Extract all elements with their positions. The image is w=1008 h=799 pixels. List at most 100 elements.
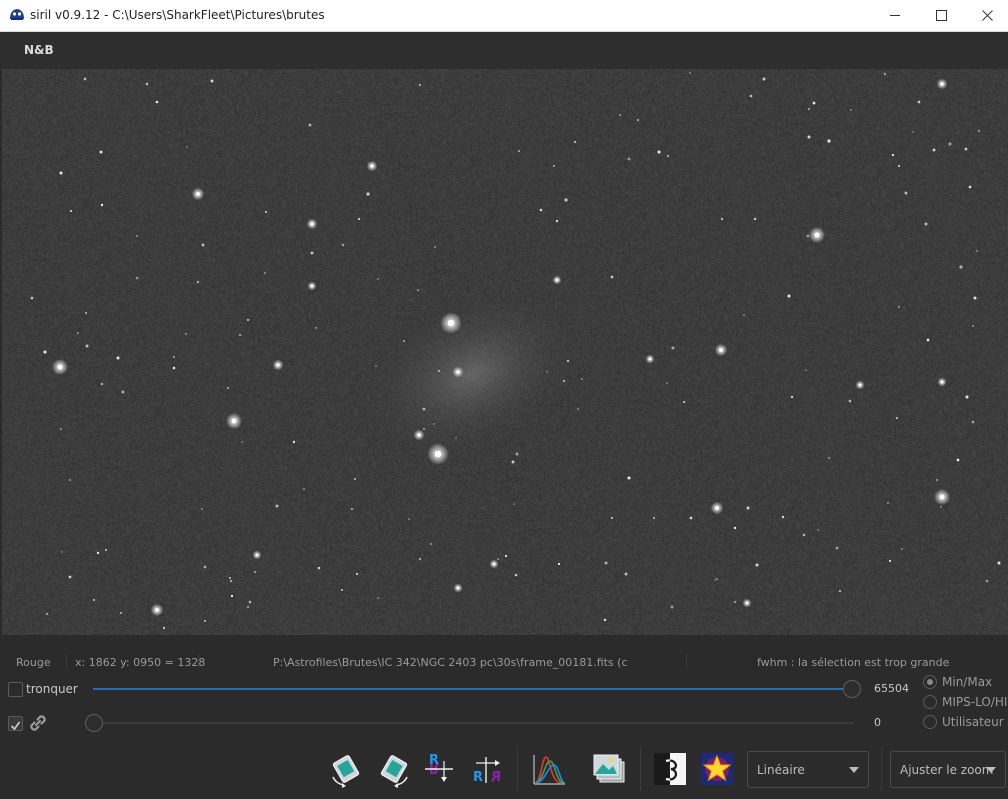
clip-checkbox[interactable] <box>8 682 23 697</box>
star-core <box>715 506 719 510</box>
faint-star <box>689 516 693 520</box>
star-core <box>814 232 820 238</box>
faint-star <box>755 563 759 567</box>
radio-minmax[interactable] <box>923 675 937 689</box>
faint-star <box>350 507 354 511</box>
faint-star <box>275 504 279 508</box>
faint-star <box>806 234 810 238</box>
faint-star <box>965 395 969 399</box>
zoom-mode-select[interactable]: Ajuster le zoom <box>890 751 1006 788</box>
faint-star <box>848 399 852 403</box>
faint-star <box>315 327 317 329</box>
faint-star <box>511 460 515 464</box>
faint-star <box>790 395 794 399</box>
star-core <box>434 450 442 458</box>
faint-star <box>59 171 63 175</box>
title-bar: siril v0.9.12 - C:\Users\SharkFleet\Pict… <box>0 0 1008 32</box>
faint-star <box>93 599 95 601</box>
faint-star <box>666 154 670 158</box>
histogram-button[interactable] <box>531 749 567 789</box>
faint-star <box>827 139 831 143</box>
faint-star <box>619 114 621 116</box>
minimize-button[interactable] <box>872 0 918 31</box>
image-stack-button[interactable] <box>591 749 627 789</box>
faint-star <box>977 129 981 133</box>
faint-star <box>518 150 520 152</box>
faint-star <box>624 572 628 576</box>
star-core <box>196 192 200 196</box>
mirror-x-button[interactable]: R R <box>422 749 458 789</box>
faint-star <box>184 332 188 336</box>
chevron-down-icon <box>986 767 996 773</box>
faint-star <box>924 222 928 226</box>
maximize-icon <box>936 10 947 21</box>
mirror-y-icon: R R <box>473 757 501 785</box>
faint-star <box>83 77 87 81</box>
faint-star <box>932 148 936 152</box>
star-core <box>310 222 314 226</box>
star-core <box>858 383 862 387</box>
close-icon <box>982 10 993 21</box>
faint-star <box>85 312 87 314</box>
faint-star <box>566 359 570 363</box>
minimize-icon <box>890 15 900 16</box>
low-slider-thumb[interactable] <box>85 714 103 732</box>
faint-star <box>497 558 499 560</box>
status-channel: Rouge <box>16 656 51 669</box>
mirror-y-button[interactable]: R R <box>469 749 505 789</box>
faint-star <box>135 276 139 280</box>
maximize-button[interactable] <box>918 0 964 31</box>
checkmark-icon <box>10 721 21 731</box>
faint-star <box>802 533 806 537</box>
faint-star <box>959 265 963 269</box>
display-mode-select[interactable]: Linéaire <box>747 751 869 788</box>
svg-text:R: R <box>491 770 501 785</box>
star-core <box>648 357 652 361</box>
faint-star <box>714 579 716 581</box>
faint-star <box>433 423 435 425</box>
faint-star <box>734 601 736 603</box>
svg-text:R: R <box>473 770 483 785</box>
star-core <box>417 433 421 437</box>
rotate-right-icon <box>380 755 408 788</box>
star-core <box>492 562 496 566</box>
faint-star <box>940 506 942 508</box>
faint-star <box>557 562 561 566</box>
status-separator <box>686 654 687 668</box>
rotate-right-button[interactable] <box>376 749 412 789</box>
low-slider-track[interactable] <box>93 722 853 724</box>
faint-star <box>172 366 176 370</box>
high-slider-track[interactable] <box>93 688 851 690</box>
faint-star <box>229 577 231 579</box>
faint-star <box>513 503 515 505</box>
faint-star <box>354 478 356 480</box>
star-core <box>719 348 723 352</box>
image-viewer[interactable] <box>2 69 1008 635</box>
faint-star <box>781 515 785 519</box>
faint-star <box>805 369 807 371</box>
faint-star <box>721 218 723 220</box>
faint-star <box>408 518 410 520</box>
false-color-button[interactable] <box>699 749 735 789</box>
radio-mips-label: MIPS-LO/HI <box>942 695 1008 709</box>
faint-star <box>403 340 405 342</box>
faint-star <box>438 370 440 372</box>
radio-user-label: Utilisateur <box>942 715 1004 729</box>
link-checkbox[interactable] <box>8 716 23 731</box>
faint-star <box>69 479 71 481</box>
faint-star <box>671 346 675 350</box>
negative-view-button[interactable] <box>652 749 688 789</box>
radio-user[interactable] <box>923 715 937 729</box>
status-bar: Rouge x: 1862 y: 0950 = 1328 P:\Astrofil… <box>0 651 1008 671</box>
tab-nb[interactable]: N&B <box>11 32 65 72</box>
faint-star <box>812 101 816 105</box>
rotate-left-button[interactable] <box>328 749 364 789</box>
link-chain-icon[interactable] <box>26 711 50 735</box>
tab-bar: N&B <box>0 32 1008 72</box>
faint-star <box>972 325 974 327</box>
high-slider-thumb[interactable] <box>843 680 861 698</box>
close-button[interactable] <box>964 0 1008 31</box>
radio-mips[interactable] <box>923 695 937 709</box>
faint-star <box>227 387 229 389</box>
faint-star <box>670 605 674 609</box>
